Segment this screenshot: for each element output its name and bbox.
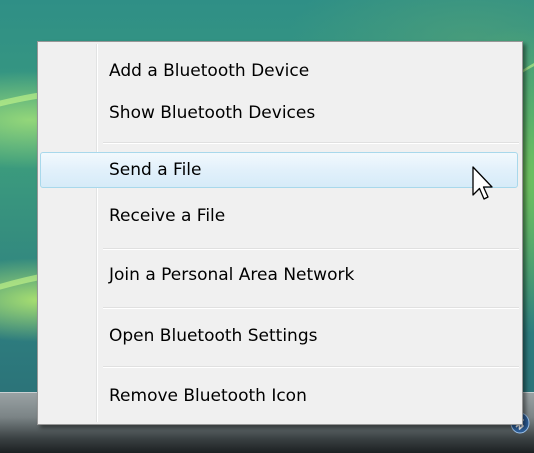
menu-item-label: Send a File [109,160,202,180]
menu-item-label: Show Bluetooth Devices [109,103,316,123]
menu-item-add-bluetooth-device[interactable]: Add a Bluetooth Device [40,53,518,89]
menu-item-label: Join a Personal Area Network [109,265,355,285]
menu-item-open-bluetooth-settings[interactable]: Open Bluetooth Settings [40,318,518,354]
menu-separator [103,142,519,144]
menu-separator [103,248,519,250]
menu-item-receive-file[interactable]: Receive a File [40,198,518,234]
menu-item-label: Open Bluetooth Settings [109,326,318,346]
menu-separator [103,366,519,368]
menu-item-label: Add a Bluetooth Device [109,61,310,81]
menu-item-remove-bluetooth-icon[interactable]: Remove Bluetooth Icon [40,378,518,414]
menu-item-label: Receive a File [109,206,226,226]
menu-item-label: Remove Bluetooth Icon [109,386,307,406]
bluetooth-context-menu: Add a Bluetooth Device Show Bluetooth De… [37,41,523,425]
menu-separator [103,307,519,309]
mouse-pointer-icon [472,166,493,200]
menu-item-send-file[interactable]: Send a File [40,152,518,188]
menu-item-join-personal-area-network[interactable]: Join a Personal Area Network [40,257,518,293]
menu-item-show-bluetooth-devices[interactable]: Show Bluetooth Devices [40,95,518,131]
